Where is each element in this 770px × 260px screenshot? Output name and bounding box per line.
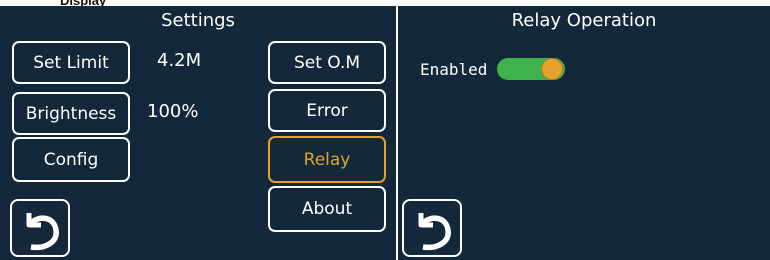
brightness-value: 100% (147, 101, 199, 122)
relay-enabled-label: Enabled (420, 59, 488, 79)
relay-enabled-toggle[interactable] (497, 58, 566, 80)
limit-value: 4.2M (157, 50, 202, 71)
settings-title: Settings (161, 10, 235, 31)
undo-arrow-icon (26, 213, 59, 251)
relay-button[interactable]: Relay (268, 136, 386, 183)
undo-arrow-icon (418, 213, 451, 251)
error-button[interactable]: Error (268, 89, 386, 132)
back-button[interactable] (402, 199, 462, 257)
about-button[interactable]: About (268, 186, 386, 232)
relay-operation-title: Relay Operation (511, 10, 657, 31)
set-limit-button[interactable]: Set Limit (12, 41, 130, 84)
relay-enabled-row: Enabled (420, 58, 566, 80)
relay-operation-screen: Relay Operation Enabled (398, 6, 770, 260)
settings-screen: Settings Set Limit 4.2M Brightness 100% … (0, 6, 396, 260)
toggle-knob (541, 58, 564, 80)
set-om-button[interactable]: Set O.M (268, 41, 386, 84)
back-button[interactable] (10, 199, 70, 257)
brightness-button[interactable]: Brightness (12, 92, 130, 135)
config-button[interactable]: Config (12, 137, 130, 182)
